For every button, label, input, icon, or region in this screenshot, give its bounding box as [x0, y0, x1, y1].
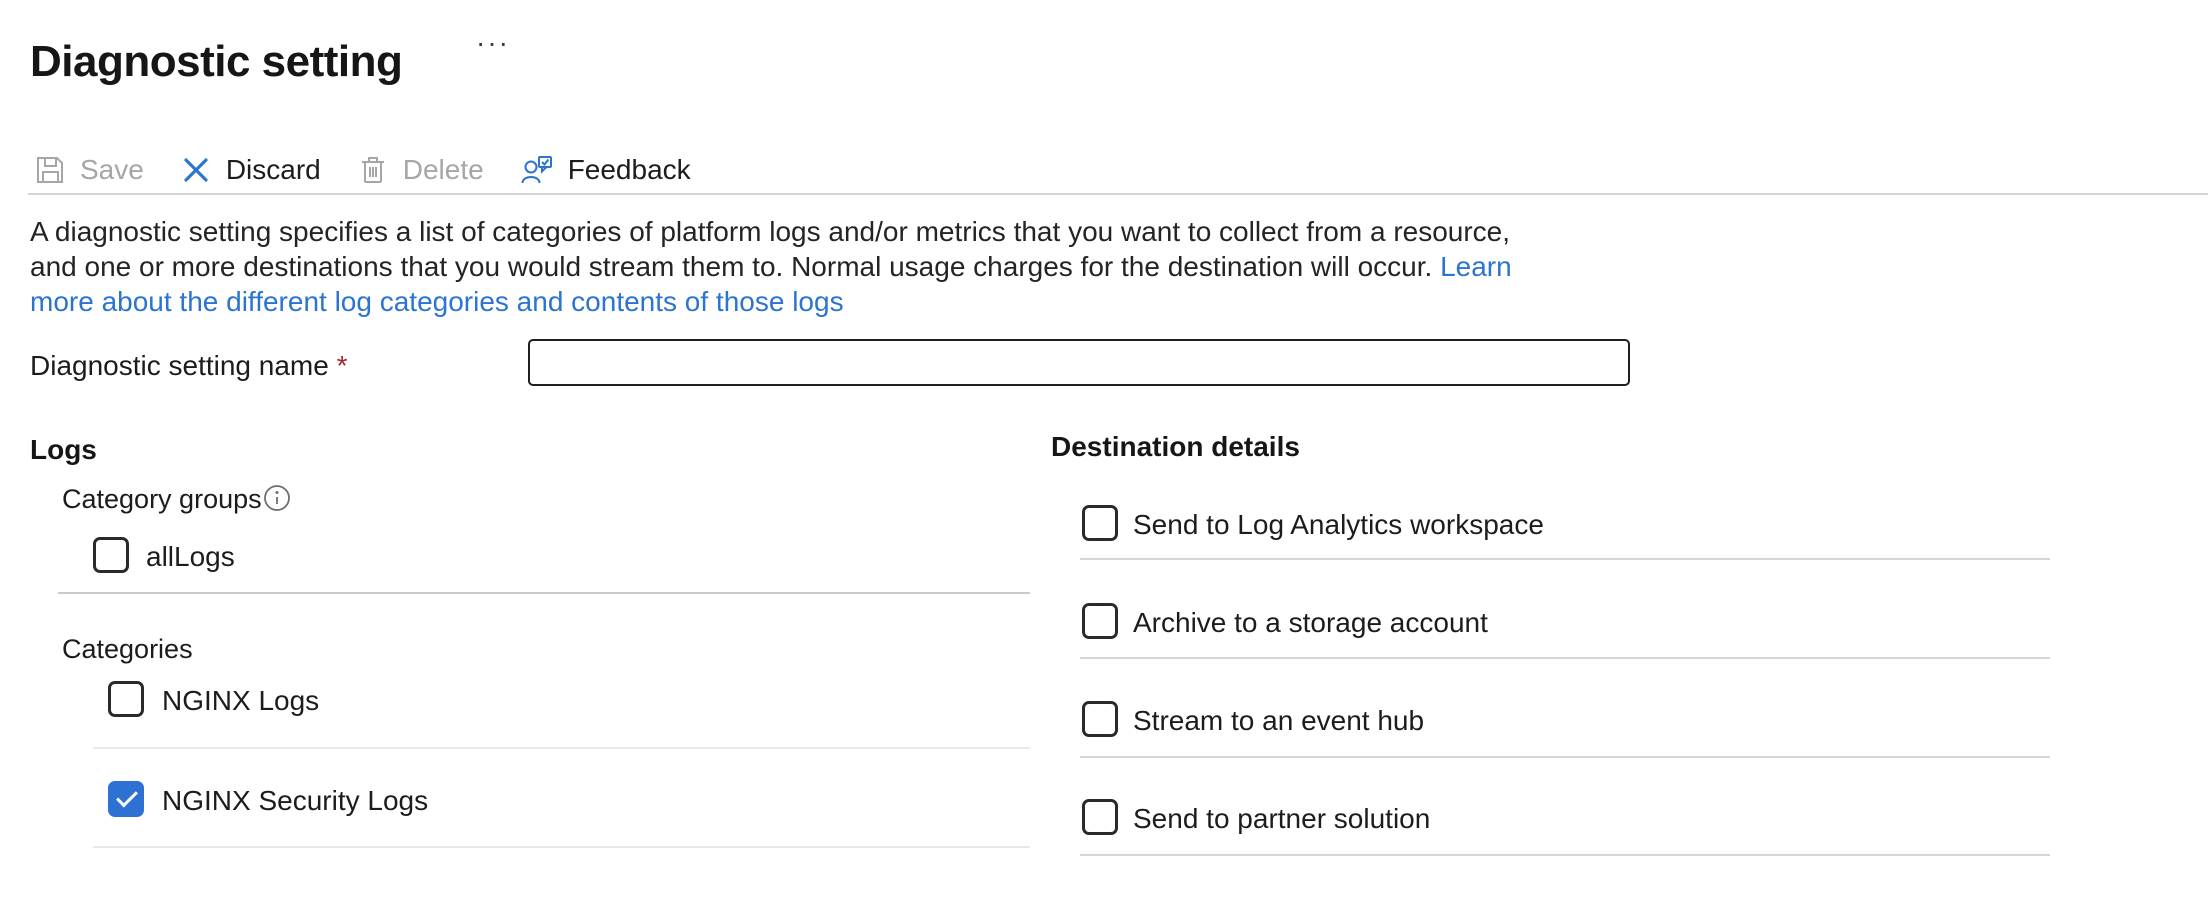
learn-more-link[interactable]: Learn [1440, 251, 1512, 282]
logs-heading: Logs [30, 434, 97, 466]
diagnostic-setting-name-label: Diagnostic setting name * [30, 350, 348, 382]
description-line-1: A diagnostic setting specifies a list of… [30, 214, 1512, 249]
category-groups-label: Category groups [62, 484, 262, 515]
send-to-partner-checkbox[interactable] [1082, 799, 1118, 835]
save-label: Save [80, 154, 144, 186]
description-text: A diagnostic setting specifies a list of… [30, 214, 1512, 319]
feedback-button[interactable]: Feedback [520, 153, 691, 187]
delete-button[interactable]: Delete [357, 154, 484, 186]
discard-button[interactable]: Discard [180, 154, 321, 186]
send-to-log-analytics-label: Send to Log Analytics workspace [1133, 509, 1544, 541]
stream-to-event-hub-label: Stream to an event hub [1133, 705, 1424, 737]
feedback-person-icon [520, 153, 554, 187]
destination-divider-4 [1080, 854, 2050, 856]
page-title: Diagnostic setting [30, 37, 402, 87]
feedback-label: Feedback [568, 154, 691, 186]
logs-divider-2 [93, 747, 1030, 749]
send-to-log-analytics-checkbox[interactable] [1082, 505, 1118, 541]
command-toolbar: Save Discard Del [34, 146, 691, 194]
info-icon[interactable] [263, 484, 291, 515]
trash-icon [357, 154, 389, 186]
logs-divider-1 [58, 592, 1030, 594]
logs-divider-3 [93, 846, 1030, 848]
description-line-3: more about the different log categories … [30, 284, 1512, 319]
nginx-security-logs-checkbox[interactable] [108, 781, 144, 817]
alllogs-label: allLogs [146, 541, 235, 573]
save-button[interactable]: Save [34, 154, 144, 186]
destination-details-heading: Destination details [1051, 431, 1300, 463]
archive-to-storage-checkbox[interactable] [1082, 603, 1118, 639]
destination-divider-2 [1080, 657, 2050, 659]
diagnostic-setting-name-input[interactable] [528, 339, 1630, 386]
delete-label: Delete [403, 154, 484, 186]
stream-to-event-hub-checkbox[interactable] [1082, 701, 1118, 737]
description-line-2: and one or more destinations that you wo… [30, 249, 1512, 284]
learn-more-link-continued[interactable]: more about the different log categories … [30, 286, 844, 317]
discard-x-icon [180, 154, 212, 186]
save-icon [34, 154, 66, 186]
alllogs-checkbox[interactable] [93, 537, 129, 573]
nginx-security-logs-label: NGINX Security Logs [162, 785, 428, 817]
discard-label: Discard [226, 154, 321, 186]
toolbar-divider [28, 193, 2208, 195]
more-menu-button[interactable]: ··· [470, 26, 516, 60]
required-asterisk: * [337, 350, 348, 381]
nginx-logs-checkbox[interactable] [108, 681, 144, 717]
archive-to-storage-label: Archive to a storage account [1133, 607, 1488, 639]
nginx-logs-label: NGINX Logs [162, 685, 319, 717]
destination-divider-3 [1080, 756, 2050, 758]
name-label-text: Diagnostic setting name [30, 350, 329, 381]
send-to-partner-label: Send to partner solution [1133, 803, 1430, 835]
description-line-2-text: and one or more destinations that you wo… [30, 251, 1440, 282]
categories-label: Categories [62, 634, 193, 665]
diagnostic-setting-page: Diagnostic setting ··· Save Discard [0, 0, 2208, 908]
destination-divider-1 [1080, 558, 2050, 560]
